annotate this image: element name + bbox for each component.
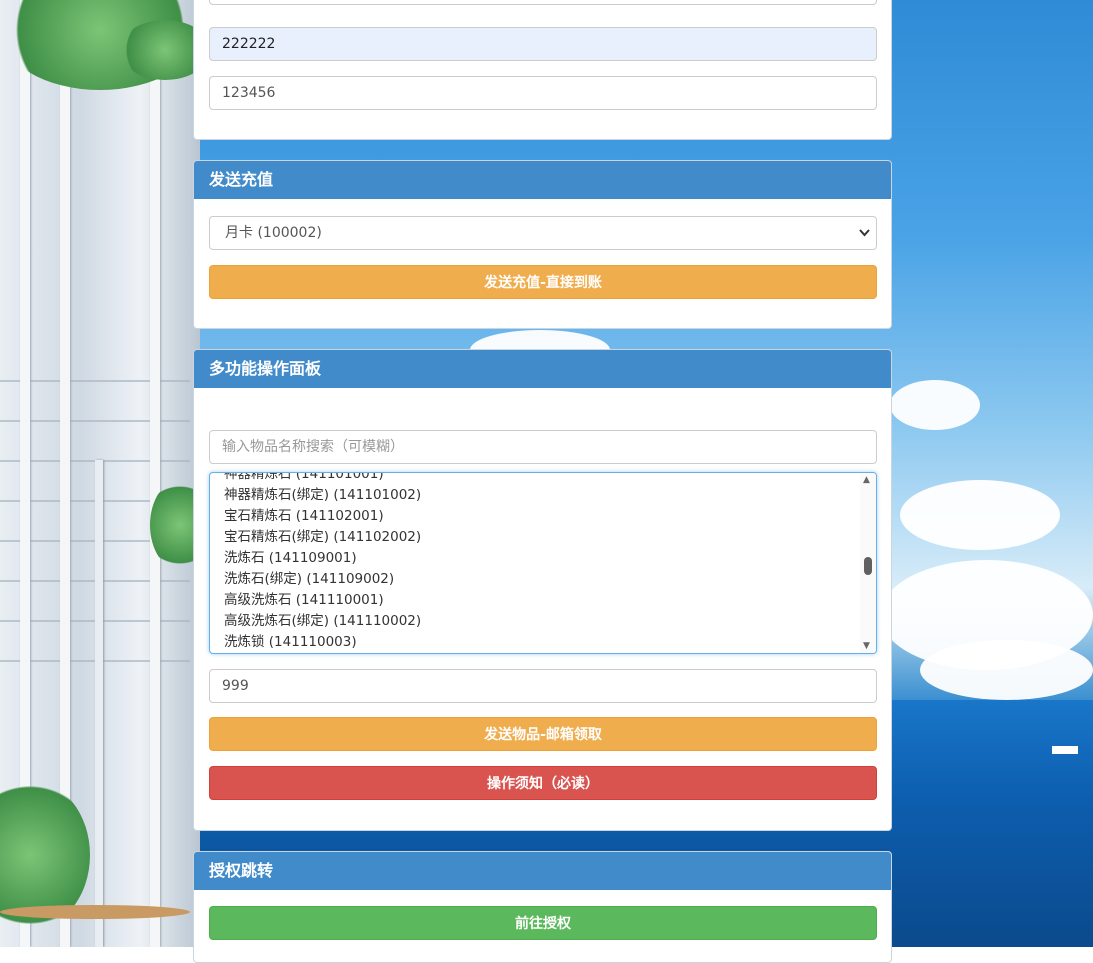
item-option[interactable]: 神器精炼石(绑定) (141101002): [210, 485, 860, 506]
account-panel: 222222 123456: [193, 0, 892, 140]
item-option[interactable]: 洗炼锁 (141110003): [210, 632, 860, 653]
send-recharge-button[interactable]: 发送充值-直接到账: [209, 265, 877, 299]
item-option[interactable]: 高级洗炼石(绑定) (141110002): [210, 611, 860, 632]
account-field[interactable]: 222222: [209, 27, 877, 61]
password-field[interactable]: 123456: [209, 76, 877, 110]
item-options: 神器精炼石 (141101001) 神器精炼石(绑定) (141101002) 宝石…: [210, 473, 860, 653]
recharge-select[interactable]: 月卡 (100002): [209, 216, 877, 250]
go-auth-button[interactable]: 前往授权: [209, 906, 877, 940]
password-value: 123456: [222, 85, 276, 101]
item-option[interactable]: 洗炼石 (141109001): [210, 548, 860, 569]
cloud: [920, 640, 1093, 700]
quantity-input[interactable]: 999: [209, 669, 877, 703]
scrollbar-thumb[interactable]: [864, 557, 872, 575]
recharge-selected-option: 月卡 (100002): [225, 225, 322, 241]
item-listbox[interactable]: 神器精炼石 (141101001) 神器精炼石(绑定) (141101002) 宝石…: [209, 472, 877, 654]
cloud: [890, 380, 980, 430]
chevron-down-icon: [859, 217, 870, 262]
quantity-value: 999: [222, 678, 249, 694]
recharge-panel-title: 发送充值: [194, 161, 891, 199]
item-search-input[interactable]: 输入物品名称搜索（可模糊）: [209, 430, 877, 464]
scroll-up-arrow-icon[interactable]: ▲: [863, 475, 870, 485]
auth-panel-title: 授权跳转: [194, 852, 891, 890]
auth-panel: 授权跳转 前往授权: [193, 851, 892, 963]
send-item-button[interactable]: 发送物品-邮箱领取: [209, 717, 877, 751]
account-value: 222222: [222, 36, 276, 52]
item-option[interactable]: 神器精炼石 (141101001): [210, 473, 860, 485]
listbox-scrollbar[interactable]: ▲ ▼: [860, 473, 876, 653]
item-option[interactable]: 洗炼石(绑定) (141109002): [210, 569, 860, 590]
cafe-table: [0, 905, 190, 919]
boat: [1052, 746, 1078, 754]
item-option[interactable]: 高级洗炼石 (141110001): [210, 590, 860, 611]
multi-panel-title: 多功能操作面板: [194, 350, 891, 388]
item-search-placeholder: 输入物品名称搜索（可模糊）: [222, 439, 404, 455]
notice-button[interactable]: 操作须知（必读）: [209, 766, 877, 800]
recharge-panel: 发送充值 月卡 (100002) 发送充值-直接到账: [193, 160, 892, 329]
top-field[interactable]: [209, 0, 877, 5]
multi-function-panel: 多功能操作面板 输入物品名称搜索（可模糊） 神器精炼石 (141101001) 神…: [193, 349, 892, 831]
item-option[interactable]: 宝石精炼石(绑定) (141102002): [210, 527, 860, 548]
cloud: [900, 480, 1060, 550]
scroll-down-arrow-icon[interactable]: ▼: [863, 641, 870, 651]
porch-railing: [95, 460, 103, 947]
item-option[interactable]: 宝石精炼石 (141102001): [210, 506, 860, 527]
